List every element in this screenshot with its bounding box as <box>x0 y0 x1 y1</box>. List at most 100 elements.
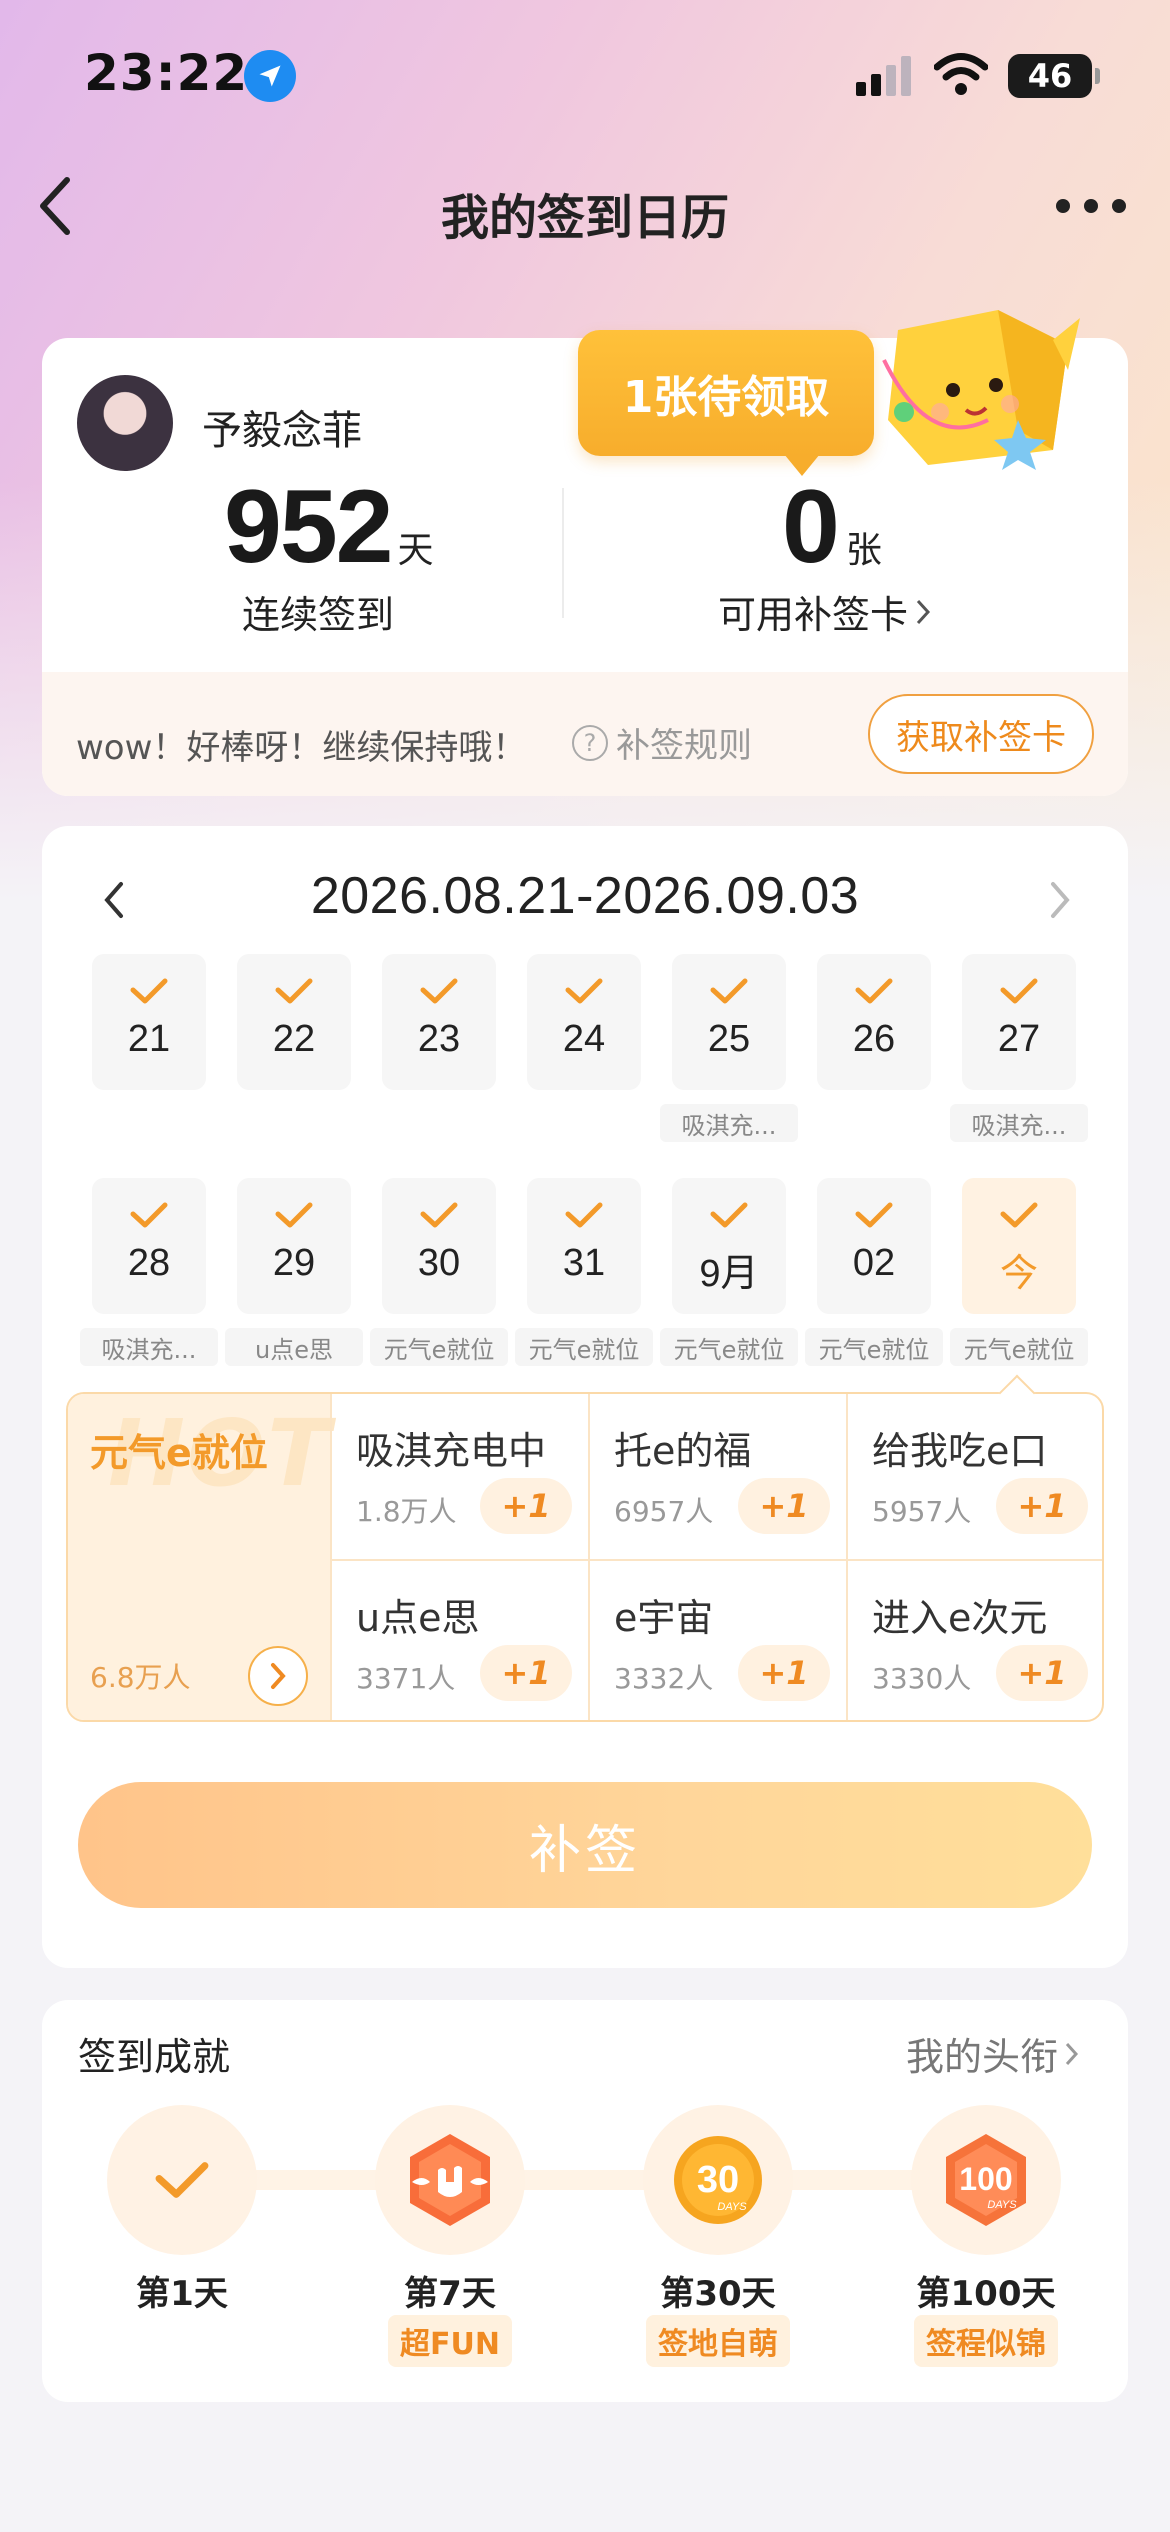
topic-cell[interactable]: e宇宙 3332人 +1 <box>588 1559 846 1720</box>
topic-plus-one-button[interactable]: +1 <box>738 1478 830 1534</box>
calendar-day[interactable]: 30 <box>382 1178 496 1314</box>
check-icon <box>565 978 603 1004</box>
calendar-day[interactable]: 02 <box>817 1178 931 1314</box>
calendar-week-1: 21 22 23 24 25 吸淇充... 26 27 吸淇充... <box>92 954 1088 1154</box>
check-icon <box>1000 978 1038 1004</box>
more-dots-icon[interactable] <box>1056 196 1126 216</box>
achievement-label: 第100天 <box>916 2274 1056 2314</box>
achievement-label: 第1天 <box>136 2274 228 2314</box>
calendar-day[interactable]: 31 <box>527 1178 641 1314</box>
topic-count: 3371人 <box>356 1662 456 1695</box>
avatar[interactable] <box>74 372 176 474</box>
calendar-day-topic-tag: 元气e就位 <box>660 1328 798 1366</box>
chevron-right-icon <box>1065 2042 1079 2065</box>
check-icon <box>155 2162 209 2198</box>
topic-cell[interactable]: 吸淇充电中 1.8万人 +1 <box>330 1394 588 1559</box>
topic-cell[interactable]: 进入e次元 3330人 +1 <box>846 1559 1102 1720</box>
calendar-day[interactable]: 25 <box>672 954 786 1090</box>
topic-name: 吸淇充电中 <box>356 1429 547 1473</box>
my-titles-link[interactable]: 我的头衔 <box>906 2026 1080 2081</box>
check-icon <box>420 1202 458 1228</box>
svg-text:DAYS: DAYS <box>717 2201 747 2213</box>
calendar-day-number: 26 <box>852 1018 896 1060</box>
svg-text:100: 100 <box>959 2161 1012 2197</box>
check-icon <box>855 978 893 1004</box>
hot-topic-name: 元气e就位 <box>90 1431 268 1475</box>
topic-count: 3332人 <box>614 1662 714 1695</box>
achievement-badge[interactable] <box>375 2105 525 2255</box>
check-icon <box>130 978 168 1004</box>
streak-stat: 952 天 <box>224 468 434 587</box>
check-icon <box>565 1202 603 1228</box>
cards-link[interactable]: 可用补签卡 <box>718 584 932 639</box>
topic-cell[interactable]: u点e思 3371人 +1 <box>330 1559 588 1720</box>
check-icon <box>855 1202 893 1228</box>
calendar-week-2: 28 吸淇充... 29 u点e思 30 元气e就位 31 元气e就位 9月 元气e就位 02 元气e… <box>80 1178 1088 1378</box>
streak-label: 连续签到 <box>242 593 395 637</box>
topic-cell[interactable]: 给我吃e口 5957人 +1 <box>846 1394 1102 1559</box>
topic-plus-one-button[interactable]: +1 <box>480 1645 572 1701</box>
calendar-day-topic-tag: 吸淇充... <box>660 1104 798 1142</box>
rule-link[interactable]: ? 补签规则 <box>572 718 752 767</box>
topic-cell[interactable]: 托e的福 6957人 +1 <box>588 1394 846 1559</box>
page-title: 我的签到日历 <box>440 190 729 246</box>
check-icon <box>710 978 748 1004</box>
calendar-day-number: 02 <box>852 1242 896 1284</box>
topic-panel: HOT 元气e就位 6.8万人 吸淇充电中 1.8万人 +1 托e的福 6957人 +1 给… <box>66 1392 1104 1722</box>
hot-topic-cell[interactable]: HOT 元气e就位 6.8万人 <box>68 1394 330 1720</box>
achievement-badge[interactable]: 30 DAYS <box>643 2105 793 2255</box>
achievement-title-tag: 签地自萌 <box>618 2315 818 2367</box>
calendar-day[interactable]: 9月 <box>672 1178 786 1314</box>
topic-name: e宇宙 <box>614 1596 714 1640</box>
achievement-title-tag: 签程似锦 <box>886 2315 1086 2367</box>
calendar-day-number: 27 <box>997 1018 1041 1060</box>
pending-card-bubble[interactable]: 1张待领取 <box>578 330 874 476</box>
encourage-text: wow！好棒呀！继续保持哦！ <box>76 728 527 768</box>
topic-name: 进入e次元 <box>872 1596 1048 1640</box>
achievement-badge[interactable]: 100 DAYS <box>911 2105 1061 2255</box>
cards-stat: 0 张 <box>782 468 882 587</box>
makeup-signin-button[interactable]: 补签 <box>78 1782 1092 1908</box>
calendar-day[interactable]: 28 <box>92 1178 206 1314</box>
calendar-day-topic-tag: 元气e就位 <box>370 1328 508 1366</box>
check-icon <box>1000 1202 1038 1228</box>
calendar-day[interactable]: 27 <box>962 954 1076 1090</box>
calendar-day[interactable]: 24 <box>527 954 641 1090</box>
calendar-day-number: 23 <box>417 1018 461 1060</box>
achievement-badge[interactable] <box>107 2105 257 2255</box>
achievements-title: 签到成就 <box>78 2035 231 2079</box>
achievement-label: 第30天 <box>660 2274 776 2314</box>
cards-unit: 张 <box>845 530 882 571</box>
next-period-button[interactable] <box>1040 870 1080 930</box>
calendar-day[interactable]: 22 <box>237 954 351 1090</box>
achievement-progress-line <box>180 2170 990 2190</box>
achievement-title-text: 签程似锦 <box>914 2315 1058 2367</box>
calendar-day-number: 28 <box>127 1242 171 1284</box>
topic-plus-one-button[interactable]: +1 <box>738 1645 830 1701</box>
calendar-day-today[interactable]: 今 <box>962 1178 1076 1314</box>
chevron-right-icon <box>1051 882 1070 918</box>
username: 予毅念菲 <box>202 408 362 454</box>
chevron-right-icon <box>271 1663 286 1689</box>
calendar-day-number: 24 <box>562 1018 606 1060</box>
topic-plus-one-button[interactable]: +1 <box>996 1645 1088 1701</box>
calendar-day-number: 21 <box>127 1018 171 1060</box>
stat-divider <box>562 488 564 618</box>
calendar-day[interactable]: 29 <box>237 1178 351 1314</box>
topic-name: 给我吃e口 <box>872 1429 1048 1473</box>
calendar-range: 2026.08.21-2026.09.03 <box>310 867 860 925</box>
topic-plus-one-button[interactable]: +1 <box>480 1478 572 1534</box>
calendar-day[interactable]: 21 <box>92 954 206 1090</box>
calendar-day[interactable]: 26 <box>817 954 931 1090</box>
calendar-day-topic-tag: 吸淇充... <box>80 1328 218 1366</box>
achievement-title-tag: 超FUN <box>350 2315 550 2367</box>
topic-plus-one-button[interactable]: +1 <box>996 1478 1088 1534</box>
signal-icon <box>854 54 914 96</box>
topic-name: u点e思 <box>356 1596 480 1640</box>
topic-count: 1.8万人 <box>356 1495 457 1528</box>
hot-topic-go-button[interactable] <box>248 1646 308 1706</box>
calendar-day[interactable]: 23 <box>382 954 496 1090</box>
achievement-title-text: 超FUN <box>388 2315 512 2367</box>
get-card-button[interactable]: 获取补签卡 <box>868 694 1094 774</box>
topic-count: 6957人 <box>614 1495 714 1528</box>
